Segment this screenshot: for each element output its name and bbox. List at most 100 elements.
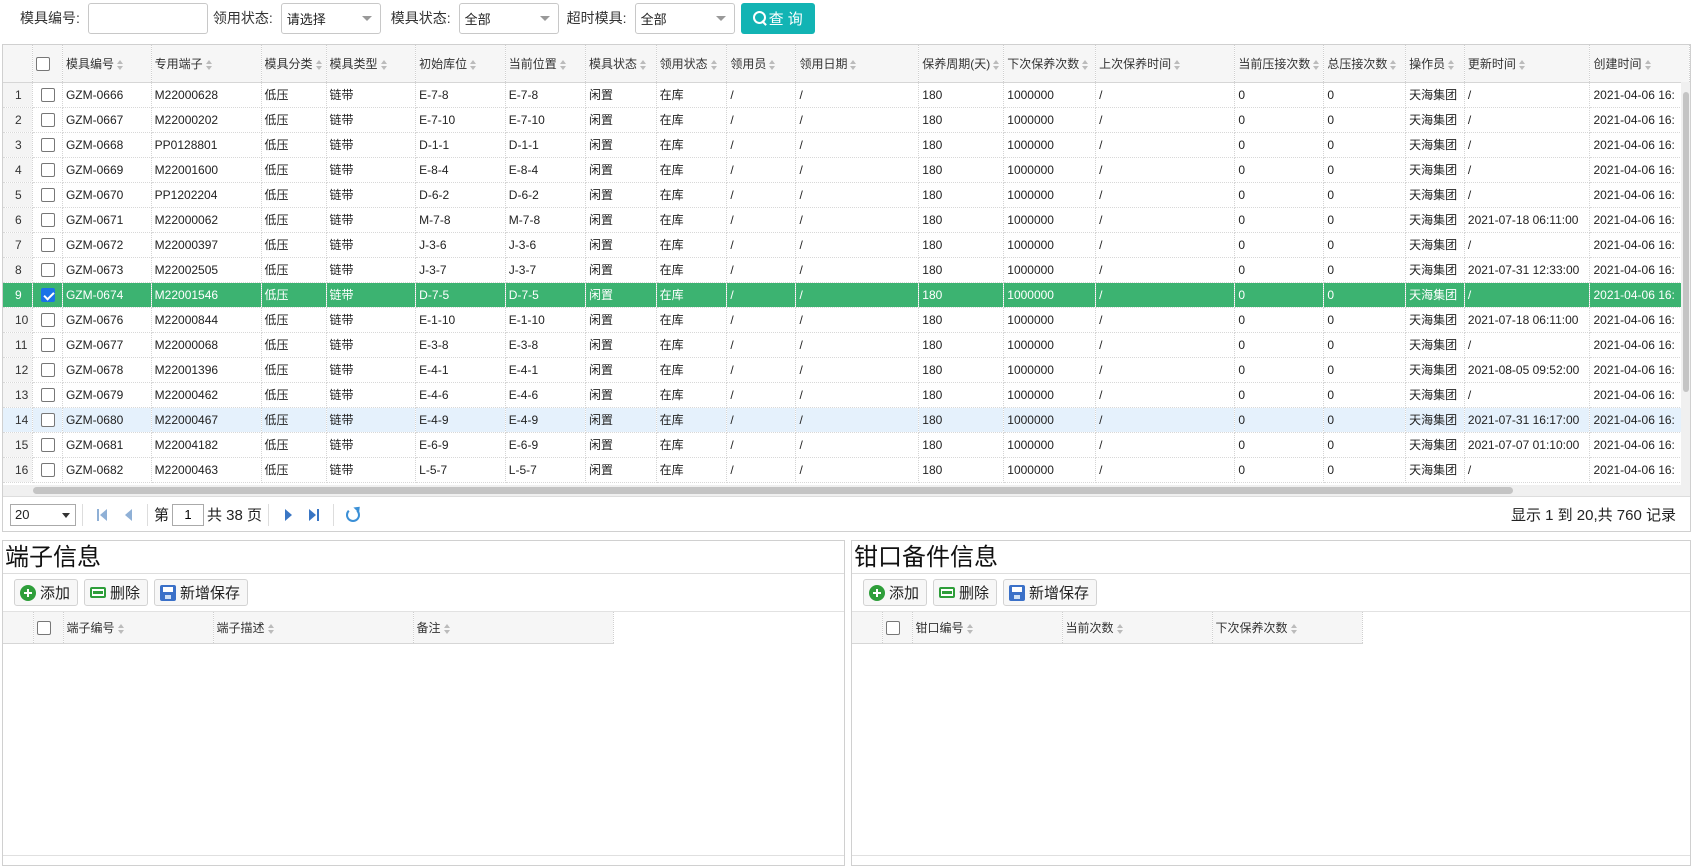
row-checkbox-cell[interactable] — [32, 82, 63, 108]
table-row[interactable]: 4 GZM-0669 M22001600 低压 链带 E-8-4 E-8-4 闲置 在库 //18… — [3, 157, 1690, 183]
mold-status-select[interactable]: 全部 — [458, 2, 559, 34]
terminal-save-button[interactable]: 新增保存 — [154, 579, 249, 606]
row-checkbox[interactable] — [40, 362, 55, 377]
col-header[interactable]: 下次保养次数 — [1212, 612, 1363, 644]
table-row[interactable]: 9 GZM-0674 M22001546 低压 链带 D-7-5 D-7-5 闲置 在库 //18… — [3, 282, 1690, 308]
page-size-select[interactable]: 20 — [10, 503, 76, 526]
select-all-checkbox[interactable] — [33, 612, 64, 644]
jaw-add-button[interactable]: 添加 — [863, 579, 928, 606]
checkbox[interactable] — [36, 620, 51, 635]
table-row[interactable]: 8 GZM-0673 M22002505 低压 链带 J-3-7 J-3-7 闲置 在库 //18… — [3, 257, 1690, 283]
row-checkbox-cell[interactable] — [32, 257, 63, 283]
row-checkbox-cell[interactable] — [32, 432, 63, 458]
col-header[interactable]: 备注 — [413, 612, 614, 644]
mold-no-input[interactable] — [87, 2, 208, 34]
refresh-icon[interactable] — [343, 505, 363, 525]
table-row[interactable]: 14 GZM-0680 M22000467 低压 链带 E-4-9 E-4-9 闲置 在库 //1… — [3, 407, 1690, 433]
overtime-select[interactable]: 全部 — [634, 2, 735, 34]
row-checkbox[interactable] — [40, 462, 55, 477]
row-checkbox[interactable] — [40, 212, 55, 227]
horizontal-scrollbar[interactable] — [3, 855, 844, 865]
table-row[interactable]: 3 GZM-0668 PP0128801 低压 链带 D-1-1 D-1-1 闲置 在库 //18… — [3, 132, 1690, 158]
row-checkbox-cell[interactable] — [32, 232, 63, 258]
row-checkbox[interactable] — [40, 137, 55, 152]
col-header[interactable]: 模具状态 — [585, 45, 657, 83]
row-checkbox-cell[interactable] — [32, 307, 63, 333]
row-checkbox-cell[interactable] — [32, 107, 63, 133]
last-page-icon[interactable] — [304, 505, 324, 525]
col-header[interactable]: 领用日期 — [795, 45, 920, 83]
terminal-delete-button[interactable]: 删除 — [84, 579, 149, 606]
row-checkbox-cell[interactable] — [32, 457, 63, 483]
col-header[interactable]: 端子描述 — [213, 612, 414, 644]
page-number-input[interactable] — [172, 503, 205, 526]
row-checkbox-cell[interactable] — [32, 357, 63, 383]
row-checkbox[interactable] — [40, 312, 55, 327]
table-row[interactable]: 6 GZM-0671 M22000062 低压 链带 M-7-8 M-7-8 闲置 在库 //18… — [3, 207, 1690, 233]
col-header[interactable]: 上次保养时间 — [1095, 45, 1236, 83]
row-checkbox[interactable] — [40, 412, 55, 427]
jaw-save-button[interactable]: 新增保存 — [1003, 579, 1098, 606]
row-checkbox[interactable] — [40, 237, 55, 252]
row-checkbox[interactable] — [40, 387, 55, 402]
table-row[interactable]: 13 GZM-0679 M22000462 低压 链带 E-4-6 E-4-6 闲置 在库 //1… — [3, 382, 1690, 408]
col-header[interactable]: 专用端子 — [151, 45, 262, 83]
col-header[interactable]: 总压接次数 — [1323, 45, 1407, 83]
col-header[interactable]: 下次保养次数 — [1003, 45, 1097, 83]
usage-status-select[interactable]: 请选择 — [280, 2, 381, 34]
table-row[interactable]: 11 GZM-0677 M22000068 低压 链带 E-3-8 E-3-8 闲置 在库 //1… — [3, 332, 1690, 358]
query-button[interactable]: 查 询 — [740, 2, 815, 34]
horizontal-scrollbar[interactable] — [3, 485, 1690, 496]
row-checkbox[interactable] — [40, 262, 55, 277]
col-header[interactable]: 模具类型 — [326, 45, 417, 83]
row-checkbox-cell[interactable] — [32, 282, 63, 308]
col-header[interactable]: 模具分类 — [261, 45, 327, 83]
scrollbar-thumb[interactable] — [33, 487, 1513, 494]
row-checkbox-cell[interactable] — [32, 182, 63, 208]
select-all-checkbox[interactable] — [32, 45, 63, 83]
row-checkbox[interactable] — [40, 437, 55, 452]
table-row[interactable]: 16 GZM-0682 M22000463 低压 链带 L-5-7 L-5-7 闲置 在库 //1… — [3, 457, 1690, 483]
table-row[interactable]: 5 GZM-0670 PP1202204 低压 链带 D-6-2 D-6-2 闲置 在库 //18… — [3, 182, 1690, 208]
vertical-scrollbar[interactable] — [1681, 82, 1690, 485]
prev-page-icon[interactable] — [118, 505, 138, 525]
row-checkbox-cell[interactable] — [32, 132, 63, 158]
row-checkbox-cell[interactable] — [32, 382, 63, 408]
checkbox[interactable] — [36, 56, 51, 71]
table-row[interactable]: 1 GZM-0666 M22000628 低压 链带 E-7-8 E-7-8 闲置 在库 //18… — [3, 82, 1690, 108]
row-checkbox[interactable] — [40, 162, 55, 177]
col-header[interactable]: 领用状态 — [656, 45, 728, 83]
table-row[interactable]: 15 GZM-0681 M22004182 低压 链带 E-6-9 E-6-9 闲置 在库 //1… — [3, 432, 1690, 458]
col-header[interactable]: 操作员 — [1405, 45, 1465, 83]
col-header[interactable]: 更新时间 — [1464, 45, 1591, 83]
col-header[interactable]: 当前位置 — [505, 45, 586, 83]
jaw-delete-button[interactable]: 删除 — [933, 579, 998, 606]
select-all-checkbox[interactable] — [882, 612, 913, 644]
row-checkbox[interactable] — [40, 337, 55, 352]
row-checkbox[interactable] — [40, 87, 55, 102]
col-header[interactable]: 初始库位 — [415, 45, 506, 83]
row-checkbox-cell[interactable] — [32, 332, 63, 358]
row-checkbox-cell[interactable] — [32, 207, 63, 233]
row-checkbox[interactable] — [40, 112, 55, 127]
col-header[interactable]: 创建时间 — [1589, 45, 1690, 83]
checkbox[interactable] — [885, 620, 900, 635]
terminal-add-button[interactable]: 添加 — [14, 579, 79, 606]
col-header[interactable]: 当前压接次数 — [1234, 45, 1325, 83]
col-header[interactable]: 领用员 — [726, 45, 797, 83]
row-checkbox[interactable] — [40, 187, 55, 202]
row-checkbox[interactable] — [40, 287, 55, 302]
table-row[interactable]: 7 GZM-0672 M22000397 低压 链带 J-3-6 J-3-6 闲置 在库 //18… — [3, 232, 1690, 258]
table-row[interactable]: 12 GZM-0678 M22001396 低压 链带 E-4-1 E-4-1 闲置 在库 //1… — [3, 357, 1690, 383]
col-header[interactable]: 钳口编号 — [912, 612, 1063, 644]
first-page-icon[interactable] — [92, 505, 112, 525]
horizontal-scrollbar[interactable] — [852, 855, 1690, 865]
scrollbar-thumb[interactable] — [1683, 92, 1689, 392]
col-header[interactable]: 模具编号 — [62, 45, 152, 83]
col-header[interactable]: 保养周期(天) — [918, 45, 1005, 83]
table-row[interactable]: 10 GZM-0676 M22000844 低压 链带 E-1-10 E-1-10 闲置 在库 /… — [3, 307, 1690, 333]
next-page-icon[interactable] — [278, 505, 298, 525]
table-row[interactable]: 2 GZM-0667 M22000202 低压 链带 E-7-10 E-7-10 闲置 在库 / /… — [3, 107, 1690, 133]
row-checkbox-cell[interactable] — [32, 407, 63, 433]
col-header[interactable]: 当前次数 — [1062, 612, 1213, 644]
